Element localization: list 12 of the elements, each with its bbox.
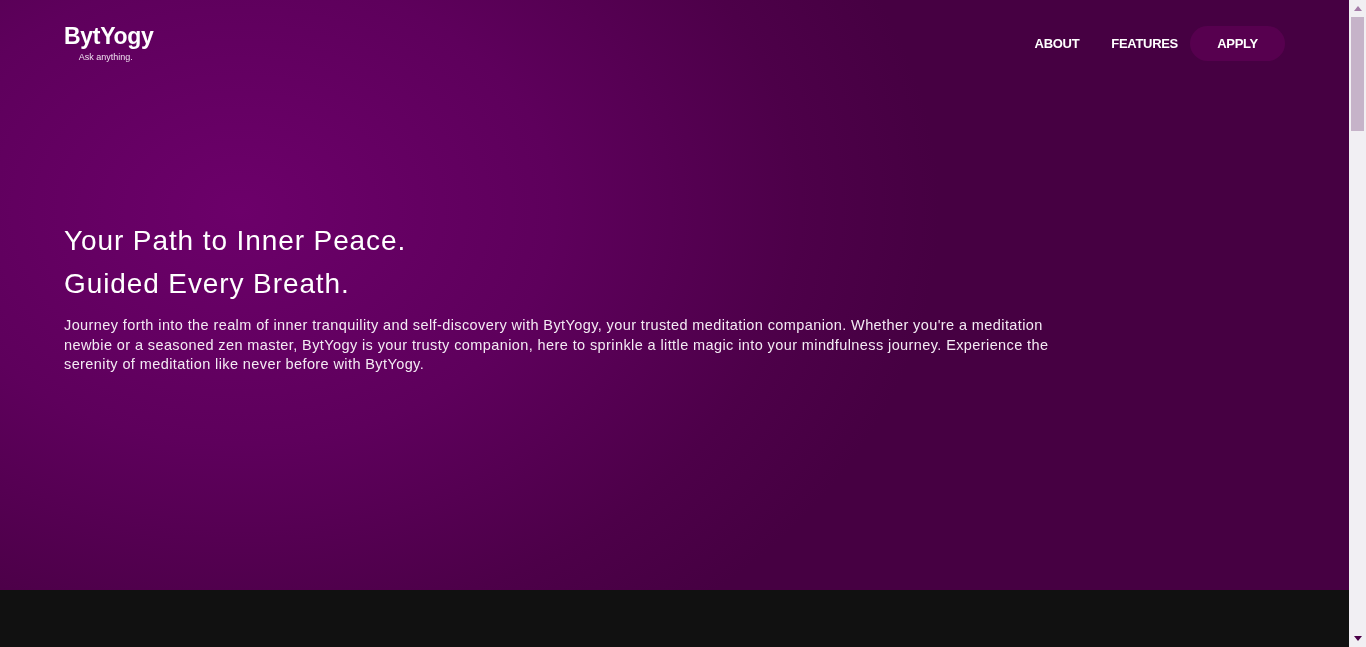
scroll-down-arrow-icon[interactable] [1353, 636, 1362, 641]
headline-line: Guided Every Breath. [64, 267, 350, 301]
apply-button[interactable]: APPLY [1190, 26, 1285, 61]
logo-tagline: Ask anything. [78, 52, 133, 63]
nav-link[interactable]: FEATURES [1099, 27, 1190, 60]
nav-link[interactable]: ABOUT [1022, 27, 1092, 60]
logo-wordmark[interactable]: BytYogy [64, 24, 154, 48]
hero-paragraph: Journey forth into the realm of inner tranquility and self-discovery with BytYogy, your trusted meditation companion. Whether you're a meditation newbie or a seasoned zen master, BytYogy is your trusty companion, here to sprinkle a little magic into your mindfulness journey. Experience the serenity of meditation like never before with BytYogy. [64, 316, 1050, 374]
headline-line: Your Path to Inner Peace. [64, 224, 407, 258]
scrollbar-thumb[interactable] [1351, 17, 1364, 131]
scroll-up-arrow-icon[interactable] [1353, 6, 1362, 11]
scrollbar[interactable] [1349, 0, 1366, 647]
